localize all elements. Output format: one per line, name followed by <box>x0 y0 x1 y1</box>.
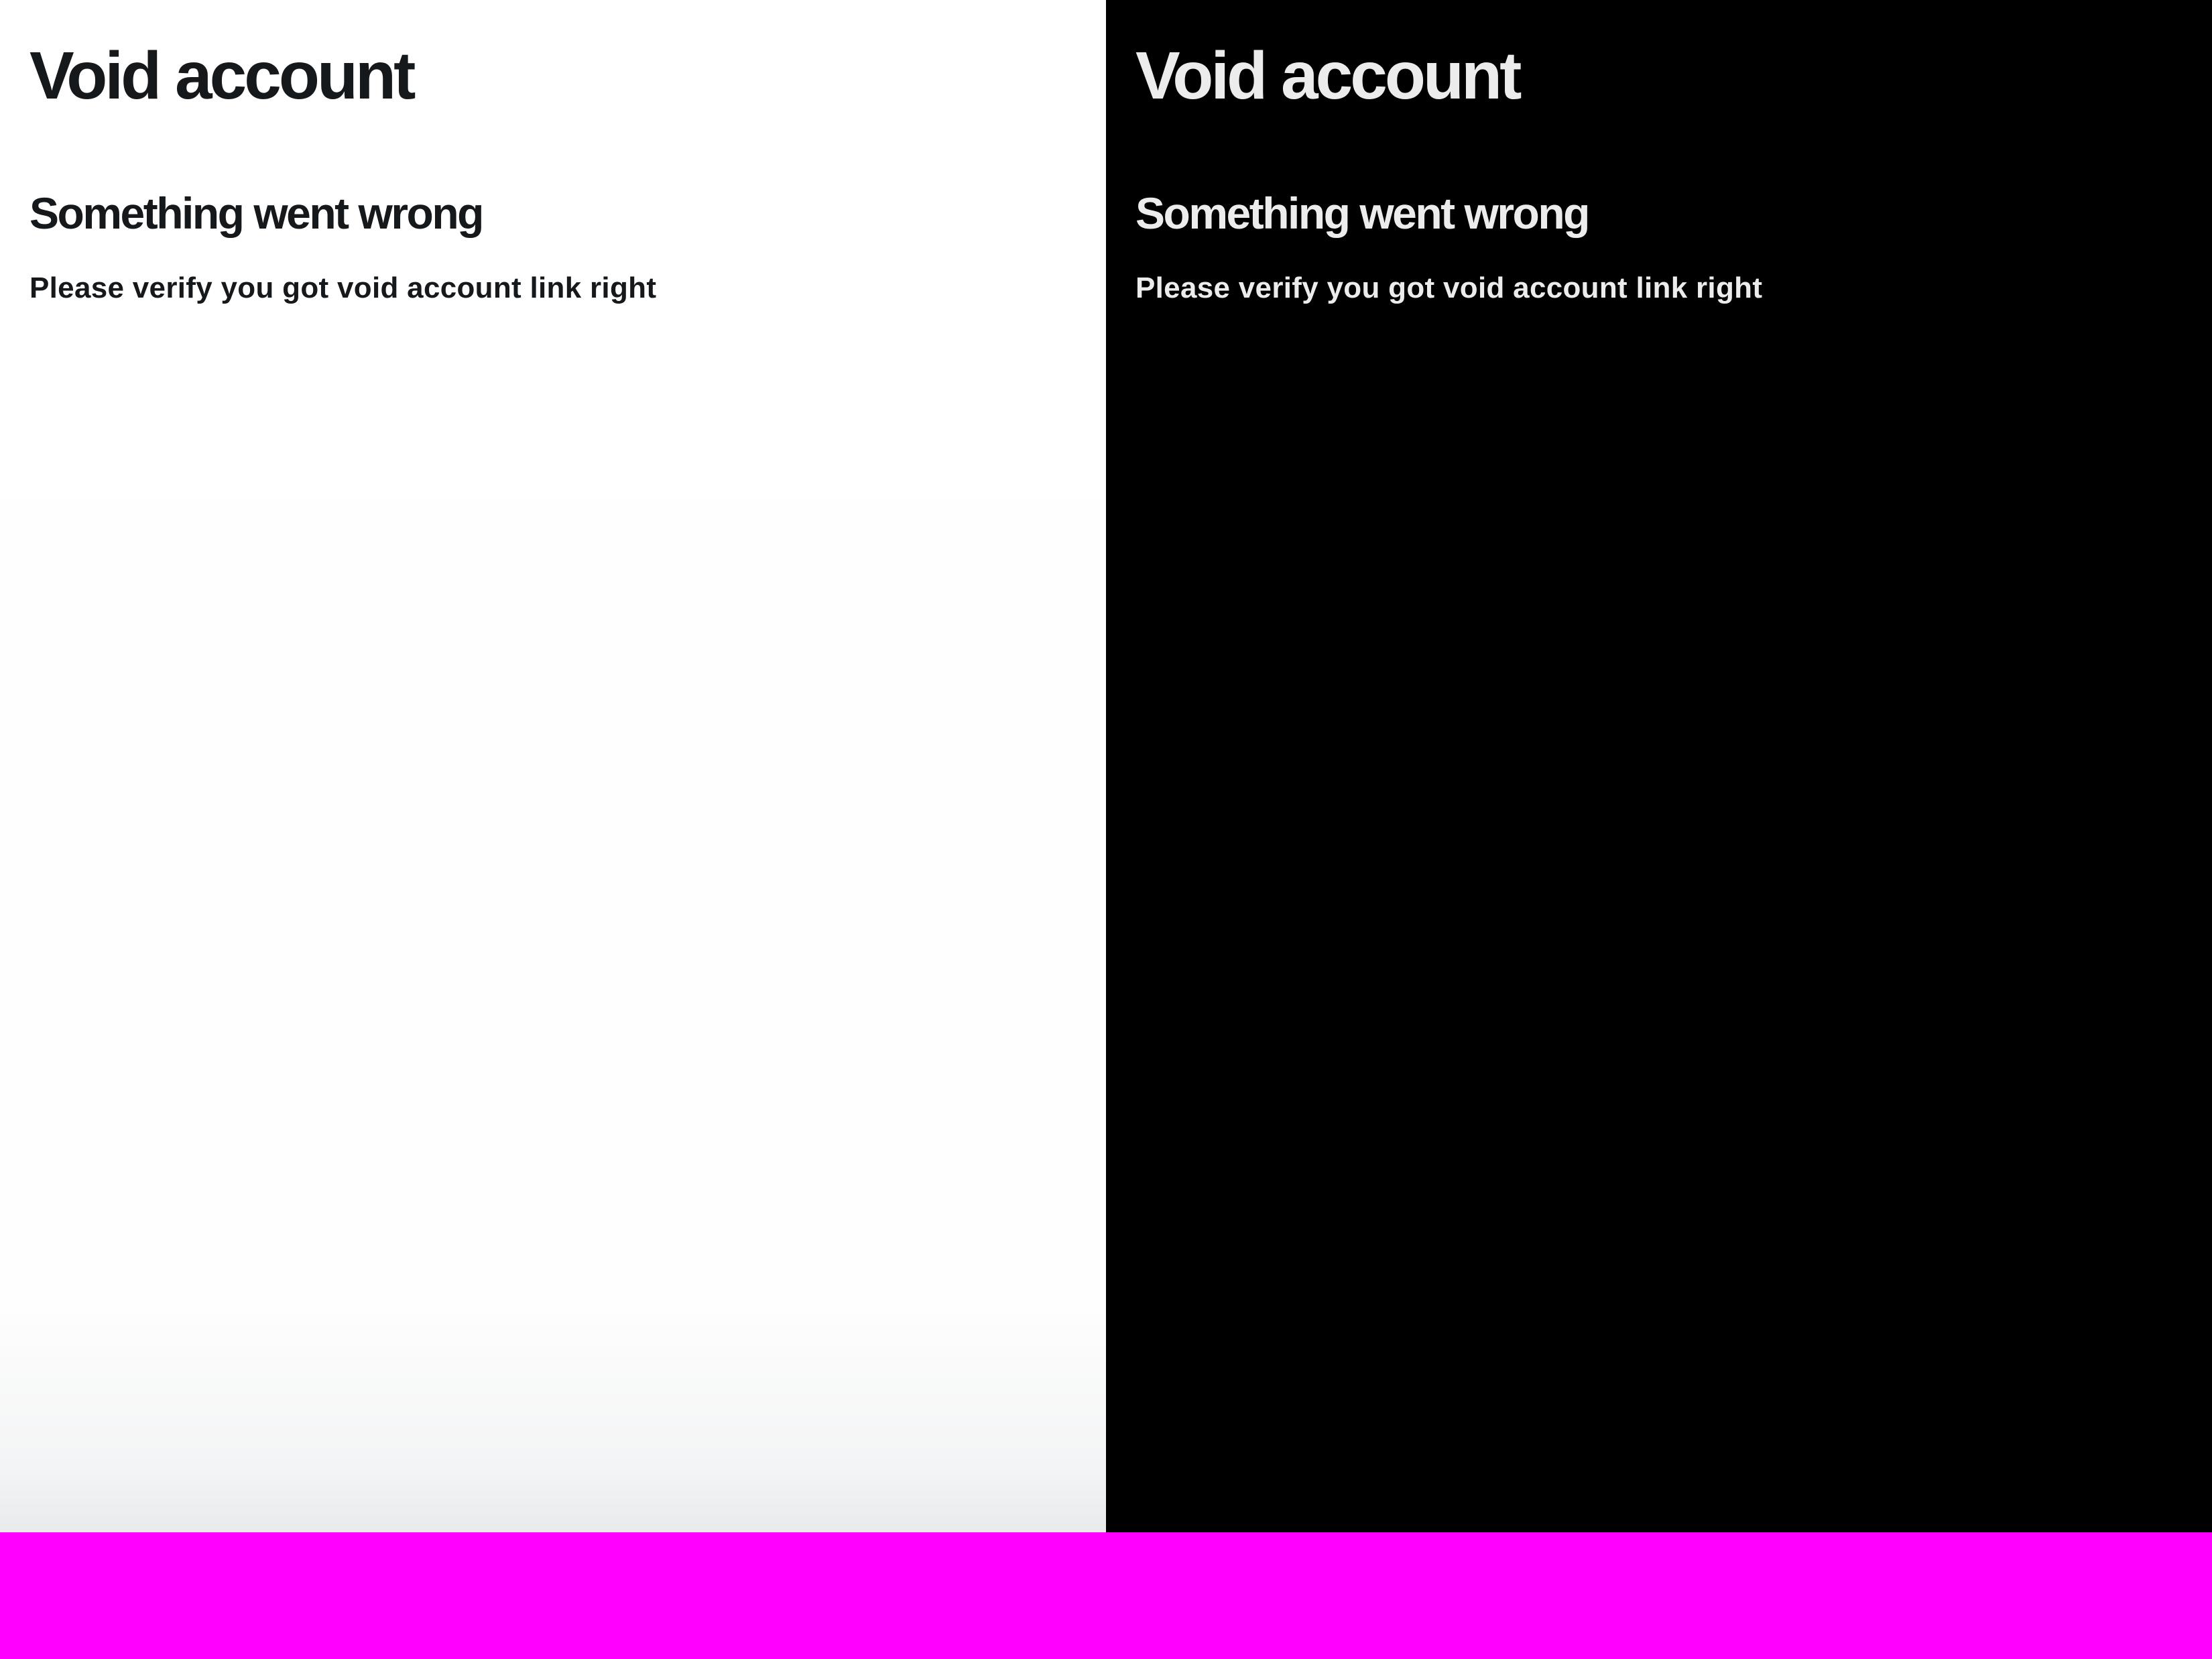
error-heading: Something went wrong <box>29 188 484 238</box>
page-title: Void account <box>29 38 416 113</box>
bottom-color-bar <box>0 1532 2212 1659</box>
error-message: Please verify you got void account link … <box>29 271 657 304</box>
error-message: Please verify you got void account link … <box>1135 271 1763 304</box>
dark-theme-panel: Void account Something went wrong Please… <box>1106 0 2212 1532</box>
light-theme-panel: Void account Something went wrong Please… <box>0 0 1106 1532</box>
error-heading: Something went wrong <box>1135 188 1590 238</box>
page-title: Void account <box>1135 38 1522 113</box>
screenshot-stage: Void account Something went wrong Please… <box>0 0 2212 1659</box>
